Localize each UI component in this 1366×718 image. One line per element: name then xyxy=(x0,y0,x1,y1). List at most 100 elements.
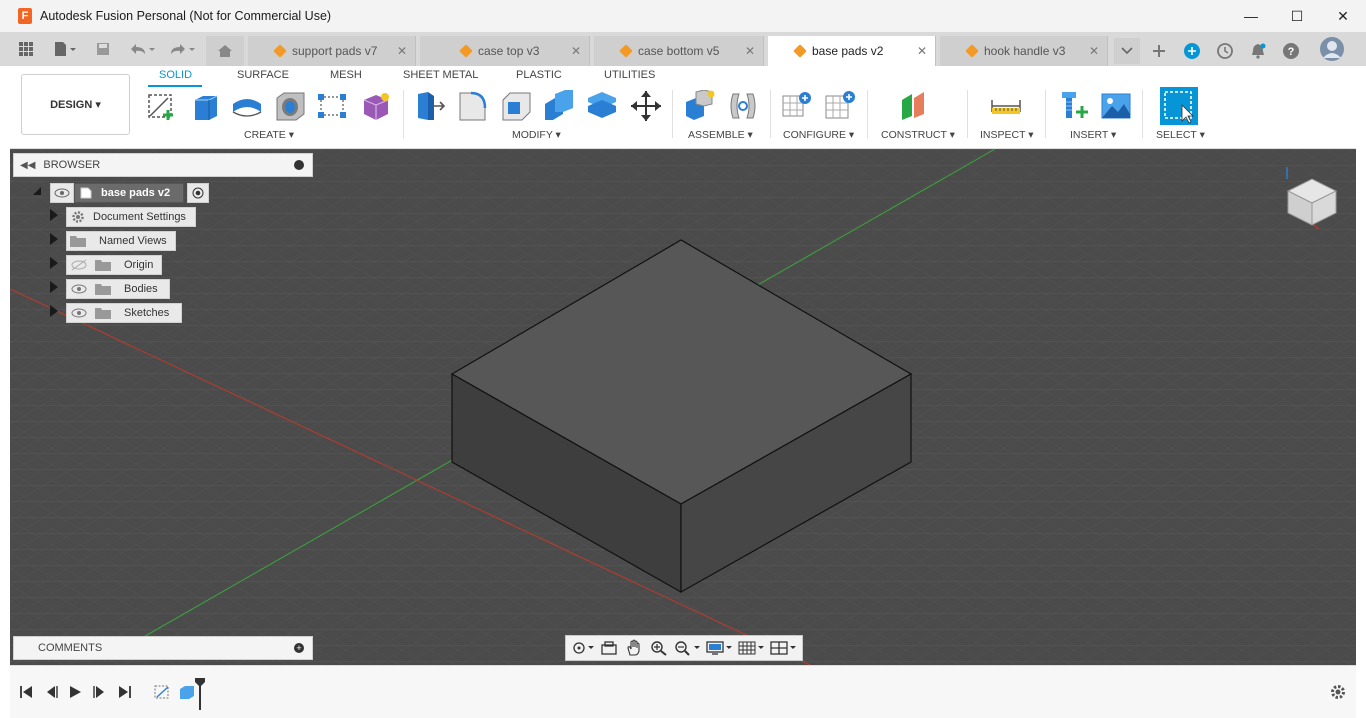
browser-item-origin[interactable]: Origin xyxy=(66,255,162,275)
tab-close-icon[interactable]: ✕ xyxy=(397,44,407,58)
timeline-extrude-feature-icon[interactable] xyxy=(178,684,196,700)
undo-icon[interactable] xyxy=(126,36,158,62)
browser-item-bodies[interactable]: Bodies xyxy=(66,279,170,299)
user-avatar[interactable] xyxy=(1318,36,1346,62)
app-grid-icon[interactable] xyxy=(14,36,38,62)
root-expander[interactable] xyxy=(33,187,41,195)
canvas-viewport[interactable]: ◀◀ BROWSER base pads v2 Document Setting… xyxy=(10,149,1356,665)
browser-item-sketches[interactable]: Sketches xyxy=(66,303,182,323)
workspace-switcher[interactable]: DESIGN ▾ xyxy=(21,74,130,135)
joint-icon[interactable] xyxy=(727,90,759,122)
create-configuration-icon[interactable] xyxy=(781,90,813,122)
notifications-button[interactable] xyxy=(1247,38,1269,64)
select-menu[interactable]: SELECT ▾ xyxy=(1156,129,1205,141)
pan-icon[interactable] xyxy=(623,639,644,656)
create-menu[interactable]: CREATE ▾ xyxy=(244,129,294,141)
timeline-settings-gear-icon[interactable] xyxy=(1329,683,1347,701)
expander-named-views[interactable] xyxy=(50,233,58,245)
new-tab-button[interactable] xyxy=(1148,38,1170,64)
help-button[interactable]: ? xyxy=(1280,38,1302,64)
measure-icon[interactable] xyxy=(990,90,1022,122)
tab-surface[interactable]: SURFACE xyxy=(237,69,289,81)
tab-hook-handle[interactable]: hook handle v3 ✕ xyxy=(940,36,1108,66)
extensions-button[interactable] xyxy=(1181,38,1203,64)
configuration-table-icon[interactable] xyxy=(824,90,856,122)
chamfer-icon[interactable] xyxy=(500,90,532,122)
eye-icon[interactable] xyxy=(70,283,88,295)
look-at-icon[interactable] xyxy=(598,640,619,656)
fillet-icon[interactable] xyxy=(457,90,489,122)
browser-panel-header[interactable]: ◀◀ BROWSER xyxy=(13,153,313,177)
tab-case-top[interactable]: case top v3 ✕ xyxy=(420,36,590,66)
close-button[interactable]: ✕ xyxy=(1320,0,1366,32)
canvas-scene[interactable] xyxy=(10,149,1356,665)
tab-case-bottom[interactable]: case bottom v5 ✕ xyxy=(594,36,764,66)
redo-icon[interactable] xyxy=(166,36,198,62)
maximize-button[interactable]: ☐ xyxy=(1274,0,1320,32)
play-icon[interactable] xyxy=(67,684,83,700)
combine-icon[interactable] xyxy=(586,90,618,122)
insert-menu[interactable]: INSERT ▾ xyxy=(1070,129,1116,141)
extrude-icon[interactable] xyxy=(189,90,221,122)
viewports-icon[interactable] xyxy=(770,640,798,656)
press-pull-icon[interactable] xyxy=(414,90,446,122)
tab-sheet-metal[interactable]: SHEET METAL xyxy=(403,69,478,81)
file-menu-icon[interactable] xyxy=(50,36,80,62)
activate-component-icon[interactable] xyxy=(187,183,209,203)
hole-icon[interactable] xyxy=(274,90,306,122)
modify-menu[interactable]: MODIFY ▾ xyxy=(512,129,561,141)
expander-bodies[interactable] xyxy=(50,281,58,293)
tab-solid[interactable]: SOLID xyxy=(159,69,192,81)
tab-close-icon[interactable]: ✕ xyxy=(1089,44,1099,58)
zoom-window-icon[interactable] xyxy=(674,640,702,656)
tab-close-icon[interactable]: ✕ xyxy=(571,44,581,58)
eye-icon[interactable] xyxy=(70,307,88,319)
job-status-button[interactable] xyxy=(1214,38,1236,64)
browser-root-node[interactable]: base pads v2 xyxy=(74,183,184,203)
zoom-icon[interactable] xyxy=(649,640,670,656)
go-to-end-icon[interactable] xyxy=(117,684,133,700)
comments-panel-header[interactable]: COMMENTS + xyxy=(13,636,313,660)
tab-close-icon[interactable]: ✕ xyxy=(745,44,755,58)
tab-plastic[interactable]: PLASTIC xyxy=(516,69,562,81)
more-tabs-button[interactable] xyxy=(1114,38,1140,64)
browser-item-named-views[interactable]: Named Views xyxy=(66,231,176,251)
construct-menu[interactable]: CONSTRUCT ▾ xyxy=(881,129,955,141)
minimize-button[interactable]: — xyxy=(1228,0,1274,32)
root-visibility-icon[interactable] xyxy=(50,183,74,203)
shell-icon[interactable] xyxy=(543,90,575,122)
eye-hidden-icon[interactable] xyxy=(70,259,88,271)
configure-menu[interactable]: CONFIGURE ▾ xyxy=(783,129,854,141)
timeline-sketch-feature-icon[interactable] xyxy=(154,684,172,700)
pattern-icon[interactable] xyxy=(316,90,348,122)
viewcube[interactable] xyxy=(1284,165,1344,230)
expander-sketches[interactable] xyxy=(50,305,58,317)
save-icon[interactable] xyxy=(92,36,114,62)
tab-mesh[interactable]: MESH xyxy=(330,69,362,81)
tab-base-pads[interactable]: base pads v2 ✕ xyxy=(768,36,936,66)
tab-support-pads[interactable]: support pads v7 ✕ xyxy=(248,36,416,66)
tab-utilities[interactable]: UTILITIES xyxy=(604,69,655,81)
select-icon[interactable] xyxy=(1160,87,1198,125)
insert-canvas-icon[interactable] xyxy=(1100,90,1132,122)
orbit-icon[interactable] xyxy=(572,640,594,656)
new-component-icon[interactable] xyxy=(684,89,716,122)
go-to-start-icon[interactable] xyxy=(18,684,34,700)
expander-origin[interactable] xyxy=(50,257,58,269)
browser-item-document-settings[interactable]: Document Settings xyxy=(66,207,196,227)
home-tab[interactable] xyxy=(206,36,244,66)
display-settings-icon[interactable] xyxy=(706,640,734,656)
grid-settings-icon[interactable] xyxy=(738,640,766,656)
revolve-icon[interactable] xyxy=(231,90,263,122)
inspect-menu[interactable]: INSPECT ▾ xyxy=(980,129,1034,141)
offset-plane-icon[interactable] xyxy=(900,90,932,122)
create-sketch-icon[interactable] xyxy=(146,90,178,122)
minimize-browser-icon[interactable] xyxy=(294,160,304,170)
step-forward-icon[interactable] xyxy=(92,684,108,700)
tab-close-icon[interactable]: ✕ xyxy=(917,44,927,58)
add-comment-icon[interactable]: + xyxy=(294,643,304,653)
move-icon[interactable] xyxy=(630,90,662,122)
expander-document-settings[interactable] xyxy=(50,209,58,221)
timeline-marker[interactable] xyxy=(195,678,205,710)
create-form-icon[interactable] xyxy=(360,90,392,122)
